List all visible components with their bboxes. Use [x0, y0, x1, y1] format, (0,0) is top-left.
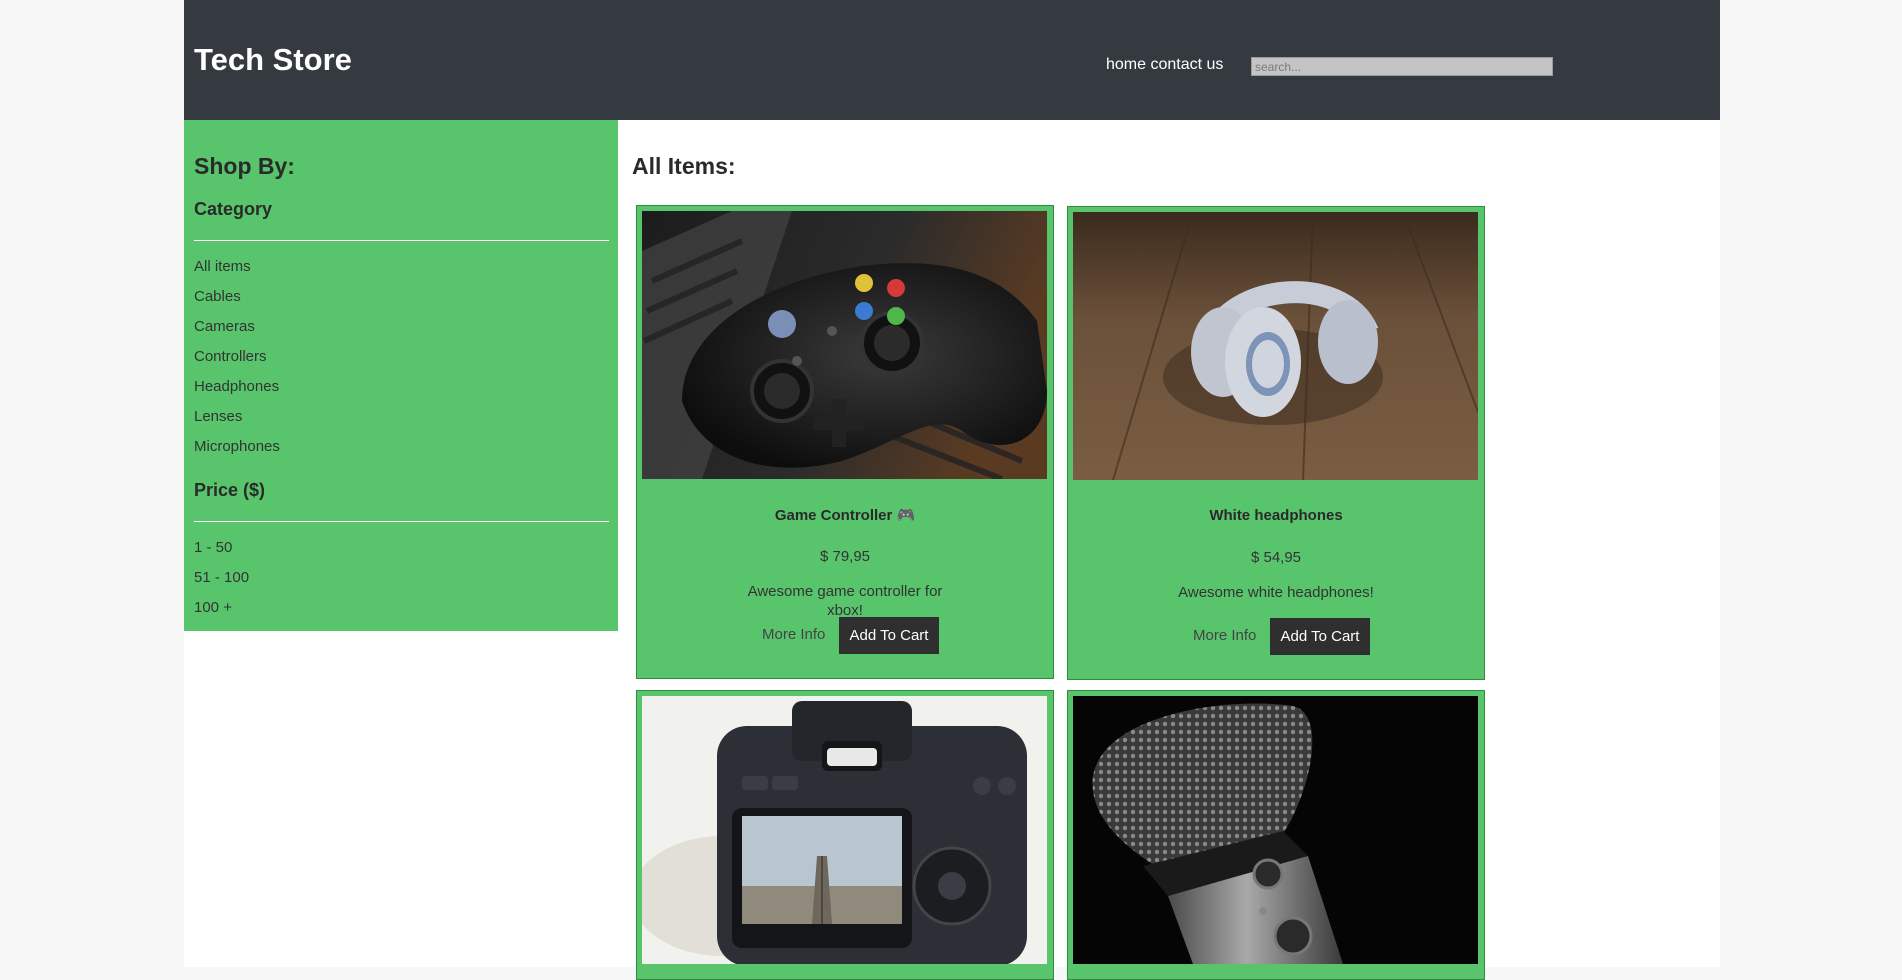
site-logo[interactable]: Tech Store: [194, 42, 352, 78]
nav-contact-link[interactable]: contact us: [1150, 56, 1223, 73]
category-microphones[interactable]: Microphones: [194, 438, 280, 455]
product-card: White headphones $ 54,95 Awesome white h…: [1067, 206, 1485, 680]
product-title[interactable]: White headphones: [1068, 507, 1484, 524]
nav-links: home contact us: [1106, 56, 1223, 74]
product-description: Awesome game controller for xbox!: [747, 583, 943, 619]
price-range-1-50[interactable]: 1 - 50: [194, 539, 232, 556]
product-card: Game Controller 🎮 $ 79,95 Awesome game c…: [636, 205, 1054, 679]
game-controller-image[interactable]: [642, 211, 1047, 479]
price-divider: [194, 521, 609, 522]
camera-image[interactable]: [642, 696, 1047, 964]
category-lenses[interactable]: Lenses: [194, 408, 242, 425]
main-title: All Items:: [632, 153, 736, 179]
category-headphones[interactable]: Headphones: [194, 378, 279, 395]
product-price: $ 54,95: [1250, 549, 1302, 566]
category-cables[interactable]: Cables: [194, 288, 241, 305]
page: Tech Store home contact us Shop By: Cate…: [184, 0, 1720, 980]
product-price: $ 79,95: [819, 548, 871, 565]
price-heading: Price ($): [194, 480, 266, 500]
search-input[interactable]: [1251, 57, 1553, 76]
more-info-link[interactable]: More Info: [762, 626, 825, 643]
nav-home-link[interactable]: home: [1106, 56, 1146, 73]
add-to-cart-button[interactable]: Add To Cart: [839, 617, 939, 654]
category-controllers[interactable]: Controllers: [194, 348, 267, 365]
price-range-51-100[interactable]: 51 - 100: [194, 569, 249, 586]
sidebar-heading: Shop By:: [194, 153, 295, 179]
product-card: [1067, 690, 1485, 980]
product-description: Awesome white headphones!: [1178, 584, 1374, 601]
headphones-image[interactable]: [1073, 212, 1478, 480]
category-heading: Category: [194, 199, 273, 219]
price-range-100-plus[interactable]: 100 +: [194, 599, 232, 616]
category-cameras[interactable]: Cameras: [194, 318, 255, 335]
category-all-items[interactable]: All items: [194, 258, 251, 275]
microphone-image[interactable]: [1073, 696, 1478, 964]
product-title[interactable]: Game Controller 🎮: [637, 506, 1053, 524]
more-info-link[interactable]: More Info: [1193, 627, 1256, 644]
category-divider: [194, 240, 609, 241]
sidebar: Shop By: Category All items Cables Camer…: [184, 120, 618, 631]
product-card: [636, 690, 1054, 980]
add-to-cart-button[interactable]: Add To Cart: [1270, 618, 1370, 655]
